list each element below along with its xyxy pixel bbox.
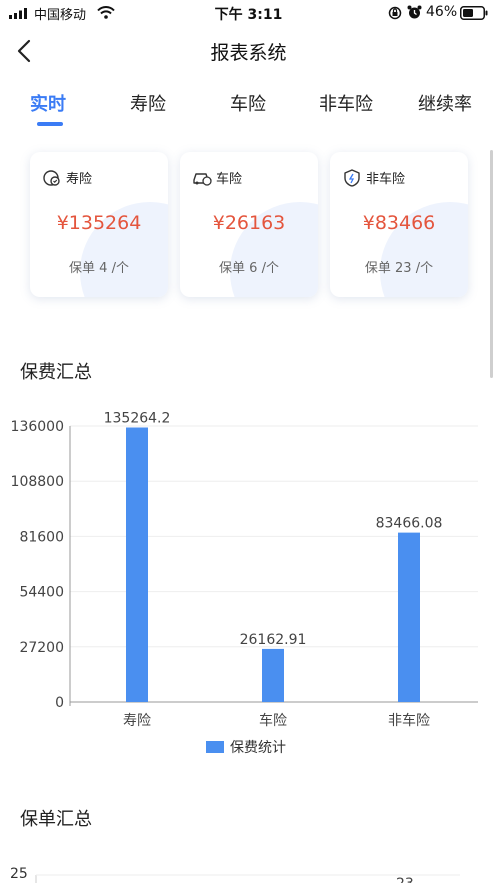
x-tick-label: 寿险 bbox=[123, 712, 151, 729]
scrollbar[interactable] bbox=[490, 150, 493, 378]
card-name: 车险 bbox=[216, 172, 243, 187]
bar[interactable] bbox=[262, 648, 284, 702]
legend-swatch[interactable] bbox=[206, 741, 224, 753]
page-title: 报表系统 bbox=[210, 42, 287, 64]
life-insurance-icon bbox=[43, 170, 60, 186]
policy-summary-title: 保单汇总 bbox=[20, 809, 92, 830]
y-tick-label: 0 bbox=[55, 695, 64, 711]
card-amount: ¥26163 bbox=[212, 212, 286, 234]
card-amount: ¥135264 bbox=[56, 212, 142, 234]
alarm-icon bbox=[407, 5, 422, 19]
battery-icon bbox=[460, 6, 488, 20]
tab-active-indicator bbox=[37, 122, 63, 126]
summary-card-car[interactable]: 车险 ¥26163 保单 6 /个 bbox=[180, 152, 318, 297]
car-insurance-icon bbox=[193, 173, 212, 186]
y-tick-label: 27200 bbox=[19, 640, 64, 656]
tab-life-insurance[interactable]: 寿险 bbox=[130, 90, 166, 116]
data-label: 23 bbox=[396, 876, 414, 883]
tab-car-insurance[interactable]: 车险 bbox=[230, 90, 266, 116]
data-label: 135264.2 bbox=[104, 410, 171, 426]
card-policy-count: 保单 6 /个 bbox=[219, 261, 279, 276]
tab-realtime[interactable]: 实时 bbox=[30, 90, 66, 116]
tab-renewal-rate[interactable]: 继续率 bbox=[418, 90, 472, 116]
y-tick-label: 54400 bbox=[19, 585, 64, 601]
premium-summary-title: 保费汇总 bbox=[20, 362, 92, 383]
card-policy-count: 保单 23 /个 bbox=[364, 261, 434, 276]
data-label: 83466.08 bbox=[376, 516, 443, 532]
legend-label: 保费统计 bbox=[230, 740, 286, 756]
y-tick-label: 108800 bbox=[11, 474, 64, 490]
x-tick-label: 非车险 bbox=[388, 712, 430, 729]
shield-icon bbox=[344, 169, 360, 187]
summary-card-non-car[interactable]: 非车险 ¥83466 保单 23 /个 bbox=[330, 152, 468, 297]
x-tick-label: 车险 bbox=[259, 712, 287, 729]
bar[interactable] bbox=[398, 532, 420, 702]
tab-bar: 实时 寿险 车险 非车险 继续率 bbox=[0, 82, 497, 132]
policy-bar-chart: 25 23 bbox=[10, 866, 460, 883]
bar[interactable] bbox=[126, 427, 148, 702]
nav-bar: 报表系统 bbox=[0, 26, 497, 76]
status-bar: 中国移动 下午 3:11 46% bbox=[0, 0, 497, 26]
y-tick-label: 136000 bbox=[11, 419, 64, 435]
rotation-lock-icon bbox=[388, 6, 402, 20]
card-name: 非车险 bbox=[366, 172, 406, 187]
status-time: 下午 3:11 bbox=[214, 7, 283, 23]
battery-percentage: 46% bbox=[426, 4, 458, 20]
y-tick-label: 81600 bbox=[19, 529, 64, 545]
premium-bar-chart: 0 27200 54400 81600 108800 136000 135264.2 261… bbox=[11, 410, 478, 756]
tab-non-car-insurance[interactable]: 非车险 bbox=[319, 90, 373, 116]
card-name: 寿险 bbox=[66, 172, 93, 187]
y-tick-label: 25 bbox=[10, 866, 28, 882]
data-label: 26162.91 bbox=[240, 632, 307, 648]
card-policy-count: 保单 4 /个 bbox=[69, 261, 129, 276]
card-amount: ¥83466 bbox=[362, 212, 436, 234]
summary-card-life[interactable]: 寿险 ¥135264 保单 4 /个 bbox=[30, 152, 168, 297]
